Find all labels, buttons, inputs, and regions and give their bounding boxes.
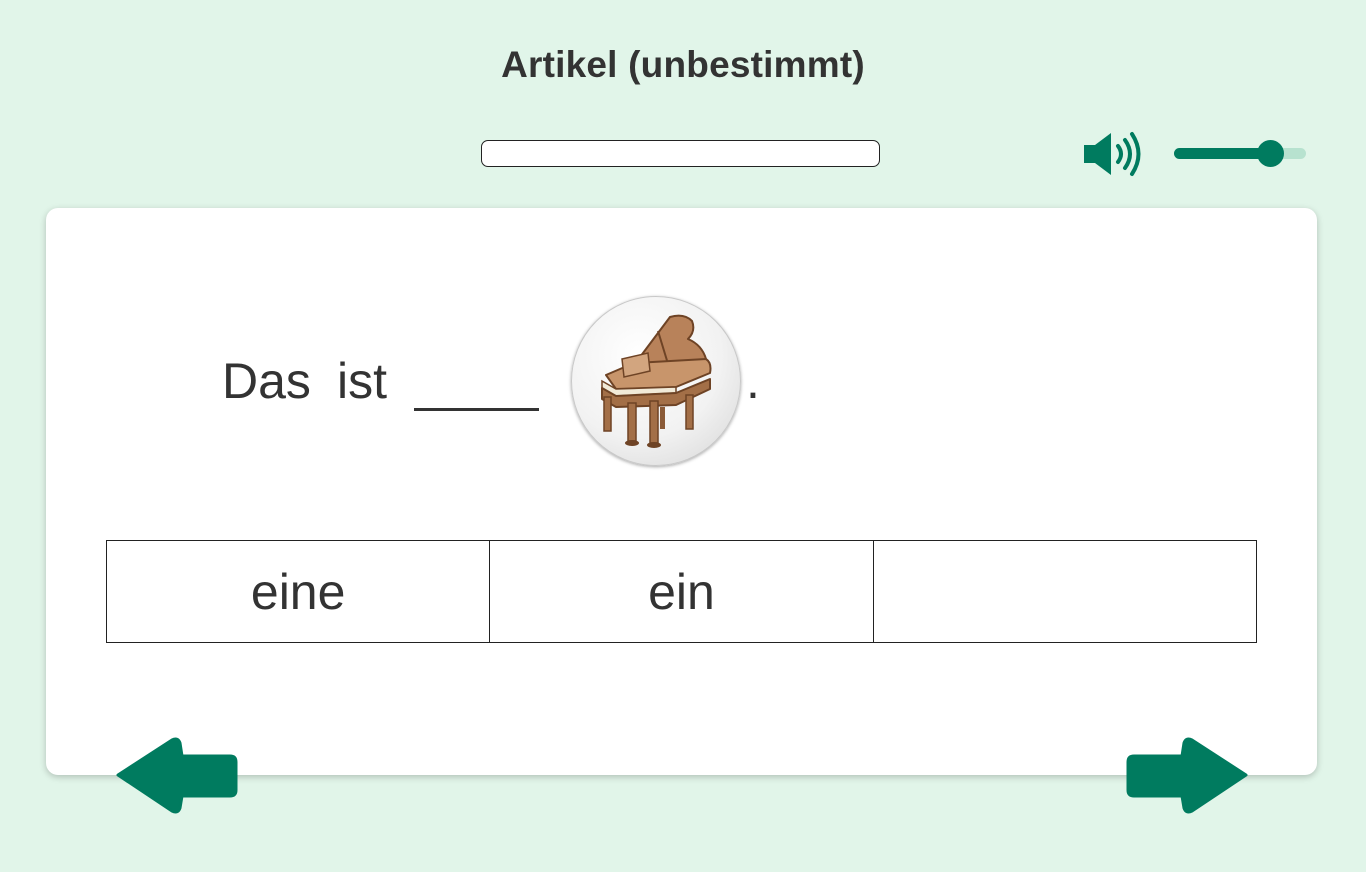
exercise-page: Artikel (unbestimmt) Das ist . eine ein xyxy=(0,0,1366,872)
choice-option-3[interactable] xyxy=(874,541,1256,642)
choice-option-2[interactable]: ein xyxy=(490,541,874,642)
answer-choices: eine ein xyxy=(106,540,1257,643)
volume-thumb[interactable] xyxy=(1257,140,1285,167)
speaker-volume-icon[interactable] xyxy=(1082,130,1144,178)
page-title: Artikel (unbestimmt) xyxy=(501,44,865,85)
volume-fill xyxy=(1174,148,1271,159)
previous-button[interactable] xyxy=(114,736,238,816)
next-button[interactable] xyxy=(1126,736,1250,816)
arrow-left-icon xyxy=(116,737,238,814)
exercise-card xyxy=(46,208,1317,775)
arrow-right-icon xyxy=(1126,737,1248,814)
progress-bar xyxy=(481,140,880,167)
sentence-word: Das xyxy=(222,353,311,409)
answer-blank[interactable] xyxy=(414,408,539,411)
sentence-period: . xyxy=(746,353,760,409)
volume-slider[interactable] xyxy=(1174,140,1306,167)
sentence-word: ist xyxy=(337,353,387,409)
choice-option-1[interactable]: eine xyxy=(107,541,491,642)
grand-piano-icon xyxy=(571,296,741,466)
